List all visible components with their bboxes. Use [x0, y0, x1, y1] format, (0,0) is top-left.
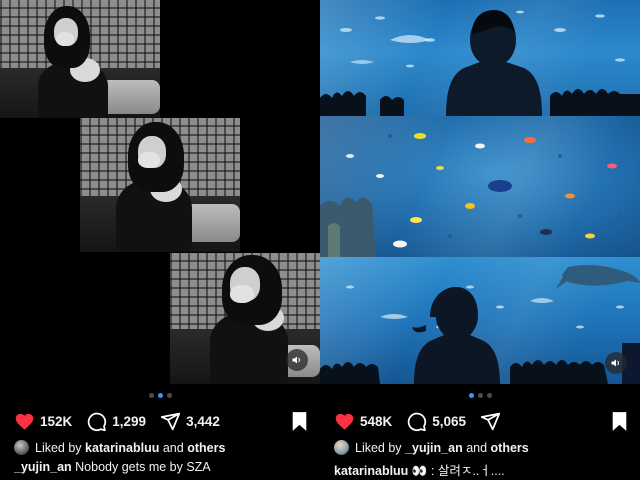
carousel-dot [148, 393, 154, 398]
comment-icon [88, 412, 107, 431]
caption-text: Nobody gets me by SZA [75, 460, 211, 474]
photo-tile [80, 118, 240, 252]
liked-by: Liked by katarinabluu and others [14, 440, 312, 455]
caption-username[interactable]: _yujin_an [14, 460, 72, 474]
speaker-icon[interactable] [605, 352, 627, 374]
post-left: 152K 1,299 3,442 Liked by katarinabluu a… [0, 0, 320, 480]
photo-tile [320, 116, 640, 257]
post-media[interactable] [0, 0, 320, 384]
caption-username[interactable]: katarinabluu [334, 464, 408, 478]
liked-by-user[interactable]: katarinabluu [85, 441, 159, 455]
comment-button[interactable]: 5,065 [406, 411, 466, 432]
save-button[interactable] [291, 411, 308, 432]
share-button[interactable] [480, 411, 501, 432]
liked-by-connector: and [466, 440, 488, 455]
photo-tile [170, 253, 320, 384]
like-count: 548K [360, 413, 393, 429]
carousel-dot [166, 393, 172, 398]
post-media[interactable] [320, 0, 640, 384]
comment-count: 1,299 [112, 413, 147, 429]
liked-by-prefix: Liked by [35, 440, 82, 455]
like-count: 152K [40, 413, 73, 429]
aquarium-scene [320, 265, 640, 384]
caption-text: : 살려ㅈ..ㅓ.... [430, 464, 505, 478]
liked-by-connector: and [162, 440, 184, 455]
share-count: 3,442 [186, 413, 220, 429]
comment-count: 5,065 [432, 413, 467, 429]
avatar[interactable] [14, 440, 29, 455]
action-bar: 548K 5,065 [334, 409, 628, 433]
liked-by: Liked by _yujin_an and others [334, 440, 632, 455]
carousel-indicator [0, 393, 320, 398]
like-button[interactable]: 548K [334, 411, 392, 432]
carousel-dot [477, 393, 483, 398]
heart-icon [15, 413, 34, 430]
liked-by-user[interactable]: _yujin_an [405, 441, 463, 455]
liked-by-others[interactable]: others [187, 441, 225, 455]
comment-icon [408, 412, 427, 431]
liked-by-others[interactable]: others [491, 441, 529, 455]
save-button[interactable] [611, 411, 628, 432]
photo-tile [320, 0, 640, 116]
send-icon [480, 412, 501, 430]
action-bar: 152K 1,299 3,442 [14, 409, 308, 433]
send-icon [160, 412, 181, 430]
post-right: 548K 5,065 Liked by _yujin_an and others… [320, 0, 640, 480]
speaker-icon[interactable] [286, 349, 308, 371]
bookmark-icon [612, 411, 627, 431]
comment-button[interactable]: 1,299 [86, 411, 146, 432]
caption: katarinabluu 👀 : 살려ㅈ..ㅓ.... [334, 460, 632, 479]
photo-tile [320, 257, 640, 384]
carousel-dot-active [157, 393, 163, 398]
carousel-dot-active [468, 393, 474, 398]
carousel-dot [486, 393, 492, 398]
caption: _yujin_an Nobody gets me by SZA [14, 460, 312, 474]
bookmark-icon [292, 411, 307, 431]
photo-tile [0, 0, 160, 118]
aquarium-scene [320, 133, 622, 257]
heart-icon [335, 413, 354, 430]
caption-emoji: 👀 [411, 464, 428, 478]
avatar[interactable] [334, 440, 349, 455]
carousel-indicator [320, 393, 640, 398]
share-button[interactable]: 3,442 [160, 411, 220, 432]
liked-by-prefix: Liked by [355, 440, 402, 455]
like-button[interactable]: 152K [14, 411, 72, 432]
aquarium-scene [320, 10, 640, 116]
